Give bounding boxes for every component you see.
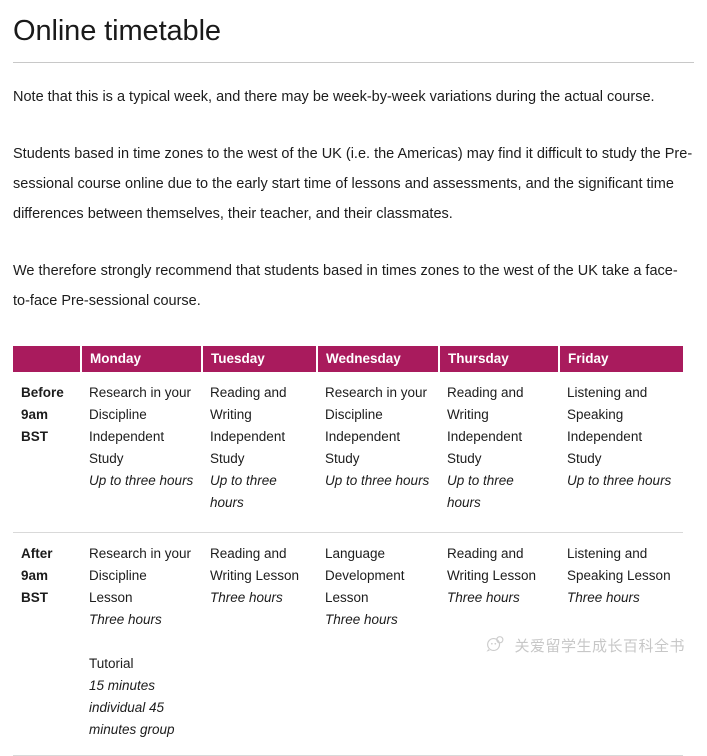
activity-name: Reading and xyxy=(447,546,524,561)
timetable-row: After 9am BST Research in your Discipline Le… xyxy=(13,532,683,756)
page-title: Online timetable xyxy=(13,15,221,47)
activity-name: Reading and xyxy=(447,385,524,400)
activity-block: Language Development Lesson Three hours xyxy=(325,543,431,631)
activity-duration: Up to three hours xyxy=(89,473,194,488)
activity-block: Research in your Discipline Lesson Three h… xyxy=(89,543,194,631)
activity-duration: Up to three hours xyxy=(210,473,277,510)
timetable-cell-friday: Listening and Speaking Independent Study Up … xyxy=(559,372,683,533)
activity-duration: Three hours xyxy=(210,590,283,605)
column-header-tuesday: Tuesday xyxy=(202,346,318,372)
activity-name: Lesson xyxy=(325,590,369,605)
activity-name: Research in your xyxy=(89,385,192,400)
column-header-friday: Friday xyxy=(559,346,683,372)
activity-name: Reading and xyxy=(210,385,287,400)
intro-text: Note that this is a typical week, and th… xyxy=(13,63,694,316)
column-header-wednesday: Wednesday xyxy=(317,346,440,372)
row-label-line: Before xyxy=(21,385,64,400)
activity-block: Reading and Writing Independent Study Up to … xyxy=(447,382,551,514)
activity-name: Speaking Lesson xyxy=(567,568,671,583)
activity-name: Independent xyxy=(447,429,523,444)
timetable-head: Monday Tuesday Wednesday Thursday Friday xyxy=(13,346,683,372)
activity-block: Listening and Speaking Independent Study Up … xyxy=(567,382,675,492)
activity-name: Independent Study xyxy=(89,429,165,466)
timetable-container: Monday Tuesday Wednesday Thursday Friday… xyxy=(13,316,694,756)
activity-name: Listening and xyxy=(567,546,648,561)
intro-paragraph-3: We therefore strongly recommend that stu… xyxy=(13,263,678,309)
activity-name: Discipline xyxy=(89,407,147,422)
activity-name: Speaking xyxy=(567,407,624,422)
timetable-cell-wednesday: Research in your Discipline Independent St… xyxy=(317,372,439,533)
activity-block: Reading and Writing Lesson Three hours xyxy=(447,543,551,609)
activity-name: Listening and xyxy=(567,385,648,400)
activity-duration: Three hours xyxy=(325,612,398,627)
row-label-before-9am: Before 9am BST xyxy=(13,372,81,533)
timetable-cell-monday: Research in your Discipline Independent St… xyxy=(81,372,202,533)
timetable-cell-friday: Listening and Speaking Lesson Three hours xyxy=(559,532,683,756)
intro-paragraph-2: Students based in time zones to the west… xyxy=(13,146,693,222)
activity-name: Writing Lesson xyxy=(210,568,300,583)
row-label-line: After xyxy=(21,546,53,561)
activity-name: Writing Lesson xyxy=(447,568,537,583)
timetable-header-row: Monday Tuesday Wednesday Thursday Friday xyxy=(13,346,683,372)
activity-block: Reading and Writing Independent Study Up to … xyxy=(210,382,309,514)
activity-block: Research in your Discipline Independent St… xyxy=(325,382,431,492)
timetable-cell-thursday: Reading and Writing Independent Study Up to … xyxy=(439,372,559,533)
row-label-after-9am: After 9am BST xyxy=(13,532,81,756)
timetable-cell-wednesday: Language Development Lesson Three hours xyxy=(317,532,439,756)
activity-duration: 15 minutes individual 45 minutes group xyxy=(89,678,175,737)
activity-duration: Three hours xyxy=(447,590,520,605)
activity-name: Language xyxy=(325,546,386,561)
timetable-body: Before 9am BST Research in your Discipline In… xyxy=(13,372,683,756)
activity-name: Independent xyxy=(567,429,643,444)
page-container: Online timetable Note that this is a typ… xyxy=(0,0,707,756)
activity-block: Listening and Speaking Lesson Three hours xyxy=(567,543,675,609)
activity-name: Independent xyxy=(210,429,286,444)
activity-block: Research in your Discipline Independent St… xyxy=(89,382,194,492)
timetable-row: Before 9am BST Research in your Discipline In… xyxy=(13,372,683,533)
column-header-corner xyxy=(13,346,82,372)
activity-name: Writing xyxy=(447,407,489,422)
row-label-line: BST xyxy=(21,590,48,605)
timetable-cell-tuesday: Reading and Writing Lesson Three hours xyxy=(202,532,317,756)
activity-name: Research in your xyxy=(89,546,192,561)
activity-name: Discipline Lesson xyxy=(89,568,147,605)
activity-name: Study xyxy=(447,451,482,466)
activity-block: Reading and Writing Lesson Three hours xyxy=(210,543,309,609)
row-label-line: 9am xyxy=(21,568,49,583)
activity-duration: Up to three hours xyxy=(325,473,430,488)
timetable-cell-tuesday: Reading and Writing Independent Study Up to … xyxy=(202,372,317,533)
activity-duration: Up to three hours xyxy=(447,473,514,510)
activity-name: Writing xyxy=(210,407,252,422)
activity-duration: Three hours xyxy=(567,590,640,605)
timetable: Monday Tuesday Wednesday Thursday Friday… xyxy=(13,346,683,756)
activity-duration: Three hours xyxy=(89,612,162,627)
activity-name: Tutorial xyxy=(89,656,134,671)
activity-name: Study xyxy=(567,451,602,466)
row-label-line: BST xyxy=(21,429,48,444)
timetable-cell-thursday: Reading and Writing Lesson Three hours xyxy=(439,532,559,756)
column-header-monday: Monday xyxy=(81,346,203,372)
activity-name: Discipline xyxy=(325,407,383,422)
activity-duration: Up to three hours xyxy=(567,473,672,488)
row-label-line: 9am xyxy=(21,407,49,422)
column-header-thursday: Thursday xyxy=(439,346,560,372)
activity-name: Research in your xyxy=(325,385,428,400)
intro-paragraph-1: Note that this is a typical week, and th… xyxy=(13,89,655,105)
activity-name: Development xyxy=(325,568,405,583)
activity-name: Reading and xyxy=(210,546,287,561)
timetable-cell-monday: Research in your Discipline Lesson Three h… xyxy=(81,532,202,756)
activity-name: Study xyxy=(210,451,245,466)
activity-name: Independent Study xyxy=(325,429,401,466)
activity-block: Tutorial 15 minutes individual 45 minutes… xyxy=(89,653,194,741)
